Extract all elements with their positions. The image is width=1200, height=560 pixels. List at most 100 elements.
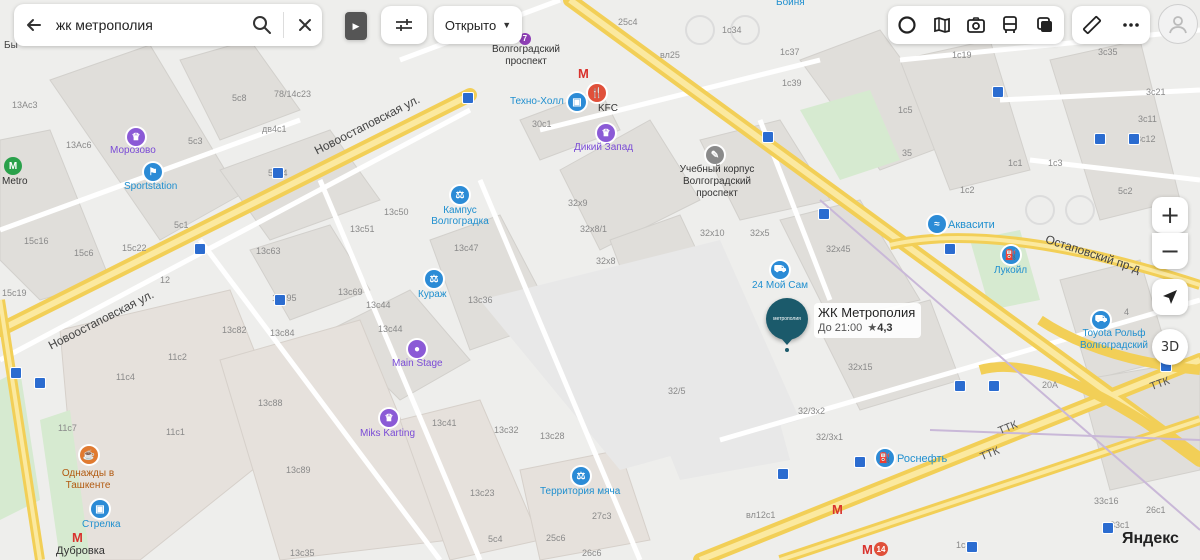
bus-stop-icon[interactable]	[272, 167, 284, 179]
open-filter-label: Открыто	[444, 17, 497, 33]
metro-station-icon[interactable]: M	[4, 157, 22, 175]
three-d-label: 3D	[1160, 339, 1180, 355]
building-number: 30с1	[532, 119, 552, 129]
metro-line-badge: 14	[874, 542, 888, 556]
more-icon[interactable]	[1114, 8, 1148, 42]
building-number: 5с2	[1118, 186, 1133, 196]
traffic-icon[interactable]	[925, 8, 959, 42]
building-number: 13с44	[378, 324, 403, 334]
trophy-icon[interactable]: ♛	[597, 124, 615, 142]
selected-place-card[interactable]: ЖК Метрополия До 21:00 ★4,3	[814, 303, 922, 338]
metro-icon: M	[578, 66, 589, 81]
shop-icon[interactable]: ▣	[568, 93, 586, 111]
poi-label-kampus: Кампус Волгоградка	[431, 205, 489, 227]
bus-stop-icon[interactable]	[194, 243, 206, 255]
compass-3d-button[interactable]: 3D	[1152, 329, 1188, 365]
building-number: 1с3	[1048, 158, 1063, 168]
gym-icon[interactable]: ⚖	[451, 186, 469, 204]
building-number: 5с4	[488, 534, 503, 544]
car-icon[interactable]: ⛟	[1092, 311, 1110, 329]
transit-icon[interactable]	[993, 8, 1027, 42]
location-arrow-icon	[1163, 290, 1177, 304]
trophy-icon[interactable]: ♛	[127, 128, 145, 146]
layers-icon[interactable]	[1028, 8, 1062, 42]
water-park-icon[interactable]: ≈	[928, 215, 946, 233]
gym-icon[interactable]: ⚖	[425, 270, 443, 288]
metro-label: Волгоградский проспект	[492, 44, 560, 67]
back-arrow-icon[interactable]	[14, 8, 54, 42]
bus-stop-icon[interactable]	[1102, 522, 1114, 534]
poi-label-edu: Учебный корпус Волгоградский проспект	[679, 164, 755, 199]
filters-button[interactable]	[381, 6, 427, 44]
building-number: 13с32	[494, 425, 519, 435]
bus-stop-icon[interactable]	[1128, 133, 1140, 145]
metro-icon: M	[72, 530, 83, 545]
bus-stop-icon[interactable]	[34, 377, 46, 389]
bus-stop-icon[interactable]	[966, 541, 978, 553]
sliders-icon	[396, 19, 412, 31]
tools-toolbar	[1072, 6, 1150, 44]
poi-label-techno-holl: Техно-Холл	[510, 96, 564, 107]
building-number: 5с3	[188, 136, 203, 146]
search-icon[interactable]	[245, 8, 279, 42]
building-number: 1с5	[898, 105, 913, 115]
bus-stop-icon[interactable]	[988, 380, 1000, 392]
search-panel	[14, 4, 322, 46]
bus-stop-icon[interactable]	[1094, 133, 1106, 145]
cafe-icon[interactable]: ☕	[80, 446, 98, 464]
food-icon[interactable]: 🍴	[588, 84, 606, 102]
building-number: 3с35	[1098, 47, 1118, 57]
zoom-in-button[interactable]: +	[1152, 197, 1188, 233]
selected-place-pin[interactable]: метрополия	[766, 298, 808, 340]
geolocation-button[interactable]	[1152, 279, 1188, 315]
poi-label-rosneft: Роснефть	[897, 453, 948, 465]
building-number: 32/3х1	[816, 432, 844, 442]
building-number: 15с16	[24, 236, 49, 246]
building-number: 13с89	[286, 465, 311, 475]
gym-icon[interactable]: ⚖	[572, 467, 590, 485]
car-icon[interactable]: ⛟	[771, 261, 789, 279]
bus-stop-icon[interactable]	[462, 92, 474, 104]
open-filter-dropdown[interactable]: Открыто ▼	[434, 6, 522, 44]
trophy-icon[interactable]: ♛	[380, 409, 398, 427]
zoom-out-button[interactable]: −	[1152, 233, 1188, 269]
bus-stop-icon[interactable]	[944, 243, 956, 255]
map-type-icon[interactable]	[890, 8, 924, 42]
ruler-icon[interactable]	[1075, 8, 1109, 42]
bus-stop-icon[interactable]	[762, 131, 774, 143]
collapse-panel-button[interactable]: ▶	[345, 12, 367, 40]
building-number: 1с19	[952, 50, 972, 60]
venue-icon[interactable]: ●	[408, 340, 426, 358]
building-number: 33с16	[1094, 496, 1119, 506]
bus-stop-icon[interactable]	[10, 367, 22, 379]
search-input[interactable]	[53, 16, 246, 34]
university-icon[interactable]: ✎	[706, 146, 724, 164]
close-icon[interactable]	[288, 8, 322, 42]
building-number: 5с1	[174, 220, 189, 230]
sport-icon[interactable]: ⚑	[144, 163, 162, 181]
shop-icon[interactable]: ▣	[91, 500, 109, 518]
bus-stop-icon[interactable]	[274, 294, 286, 306]
building-number: 15с6	[74, 248, 94, 258]
fuel-icon[interactable]: ⛽	[1002, 246, 1020, 264]
bus-stop-icon[interactable]	[954, 380, 966, 392]
pin-dot	[785, 348, 789, 352]
bus-stop-icon[interactable]	[992, 86, 1004, 98]
fuel-icon[interactable]: ⛽	[876, 449, 894, 467]
building-number: 1с37	[780, 47, 800, 57]
place-hours: До 21:00	[818, 322, 863, 334]
bus-stop-icon[interactable]	[818, 208, 830, 220]
building-number: 27с3	[592, 511, 612, 521]
building-number: 32х8	[596, 256, 616, 266]
building-number: 13с36	[468, 295, 493, 305]
bus-stop-icon[interactable]	[777, 468, 789, 480]
panorama-icon[interactable]	[959, 8, 993, 42]
metro-label: Дубровка	[56, 545, 105, 557]
avatar[interactable]	[1158, 4, 1198, 44]
building-number: 13Ас3	[12, 100, 38, 110]
building-number: вл25	[660, 50, 680, 60]
bus-stop-icon[interactable]	[854, 456, 866, 468]
building-number: 78/14с23	[274, 89, 312, 99]
building-number: 13с23	[470, 488, 495, 498]
building-number: 13с35	[290, 548, 315, 558]
